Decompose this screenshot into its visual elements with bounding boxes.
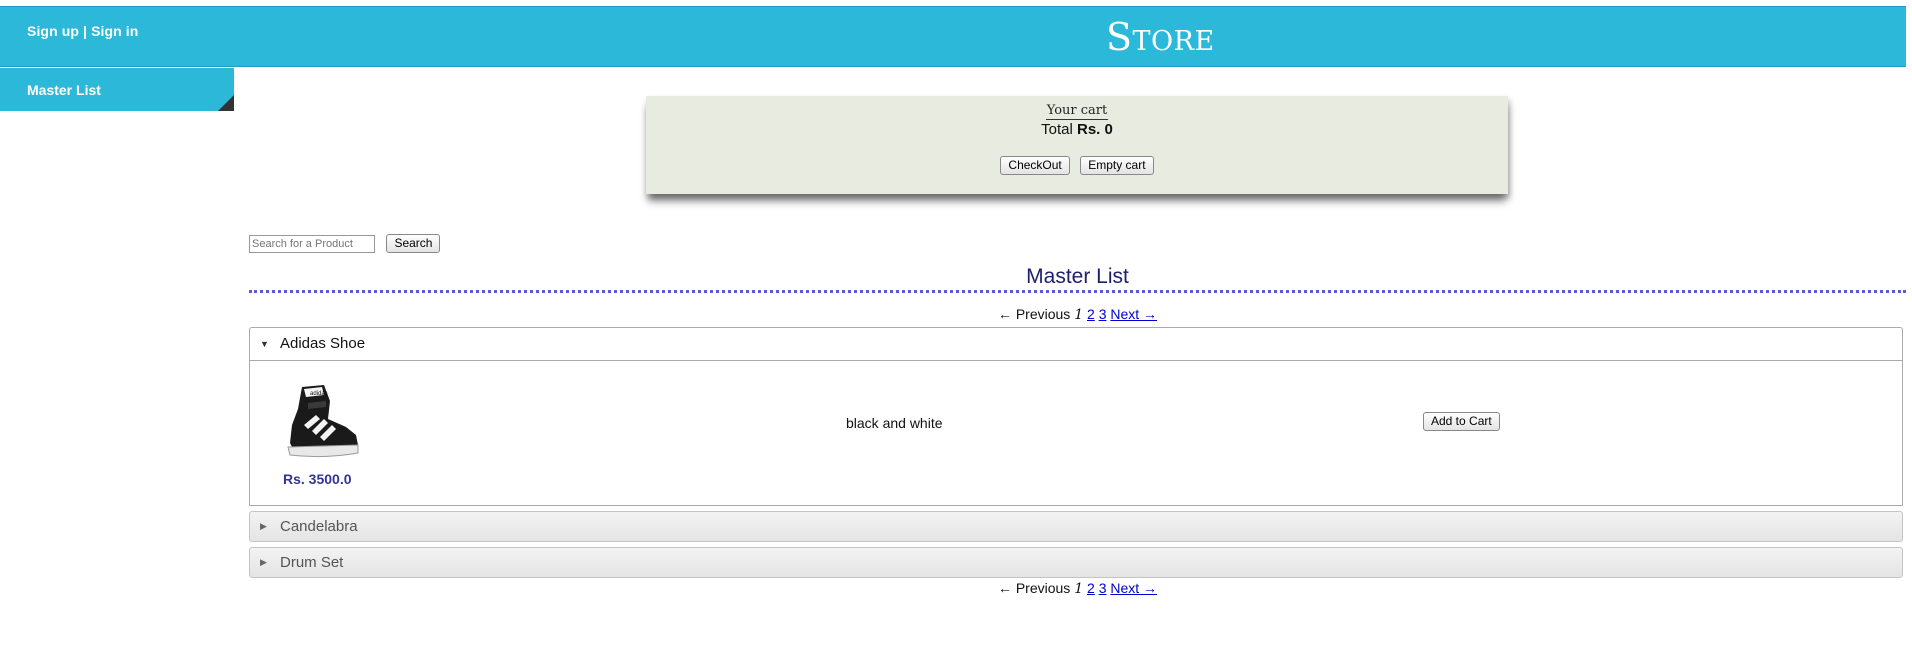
product-description: black and white [846, 415, 943, 431]
cart-actions: CheckOut Empty cart [646, 156, 1508, 175]
triangle-down-icon: ▼ [260, 339, 269, 349]
dotted-divider [249, 290, 1906, 293]
pagination-previous: ← Previous [997, 580, 1071, 596]
search-button[interactable]: Search [386, 234, 441, 253]
product-price: Rs. 3500.0 [283, 471, 352, 487]
triangle-right-icon: ▶ [260, 557, 267, 567]
signin-link[interactable]: Sign in [91, 23, 138, 39]
accordion-panel-adidas-shoe: adidas Rs. 3500.0 black and white Add to… [249, 361, 1903, 506]
cart-panel: Your cart Total Rs. 0 CheckOut Empty car… [646, 96, 1508, 194]
accordion-header-candelabra[interactable]: ▶ Candelabra [249, 511, 1903, 542]
signup-link[interactable]: Sign up [27, 23, 79, 39]
sneaker-image: adidas [287, 385, 359, 458]
add-to-cart-button[interactable]: Add to Cart [1423, 412, 1500, 431]
cart-total-label: Total [1041, 121, 1073, 138]
auth-links: Sign up | Sign in [27, 23, 138, 39]
pagination-current: 1 [1074, 307, 1084, 323]
pagination-top: ← Previous 1 2 3 Next → [0, 306, 1912, 323]
pagination-page-3[interactable]: 3 [1099, 580, 1107, 596]
pagination-previous: ← Previous [997, 306, 1071, 322]
store-title: Store [1106, 15, 1215, 59]
product-name: Adidas Shoe [280, 335, 366, 352]
folded-corner-decoration [218, 95, 234, 111]
auth-separator: | [83, 23, 88, 39]
sidebar-item-master-list[interactable]: Master List [0, 68, 234, 111]
product-name: Candelabra [280, 518, 358, 535]
pagination-page-2[interactable]: 2 [1087, 306, 1095, 322]
svg-text:adidas: adidas [310, 391, 328, 397]
pagination-next[interactable]: Next → [1110, 580, 1157, 596]
empty-cart-button[interactable]: Empty cart [1080, 156, 1154, 175]
header-bar: Sign up | Sign in Store [0, 6, 1906, 67]
pagination-page-2[interactable]: 2 [1087, 580, 1095, 596]
checkout-button[interactable]: CheckOut [1000, 156, 1070, 175]
pagination-current: 1 [1074, 581, 1084, 597]
accordion-header-adidas-shoe[interactable]: ▼ Adidas Shoe [249, 327, 1903, 361]
cart-title: Your cart [1045, 103, 1109, 120]
pagination-bottom: ← Previous 1 2 3 Next → [0, 580, 1912, 597]
page-title: Master List [1026, 265, 1129, 288]
search-input[interactable] [249, 234, 375, 253]
pagination-next[interactable]: Next → [1110, 306, 1157, 322]
cart-total: Total Rs. 0 [646, 121, 1508, 138]
sidebar-item-label: Master List [27, 82, 101, 98]
cart-total-value: Rs. 0 [1077, 121, 1113, 138]
pagination-page-3[interactable]: 3 [1099, 306, 1107, 322]
accordion-header-drum-set[interactable]: ▶ Drum Set [249, 547, 1903, 578]
product-name: Drum Set [280, 554, 344, 571]
triangle-right-icon: ▶ [260, 521, 267, 531]
search-bar: Search [249, 234, 441, 253]
